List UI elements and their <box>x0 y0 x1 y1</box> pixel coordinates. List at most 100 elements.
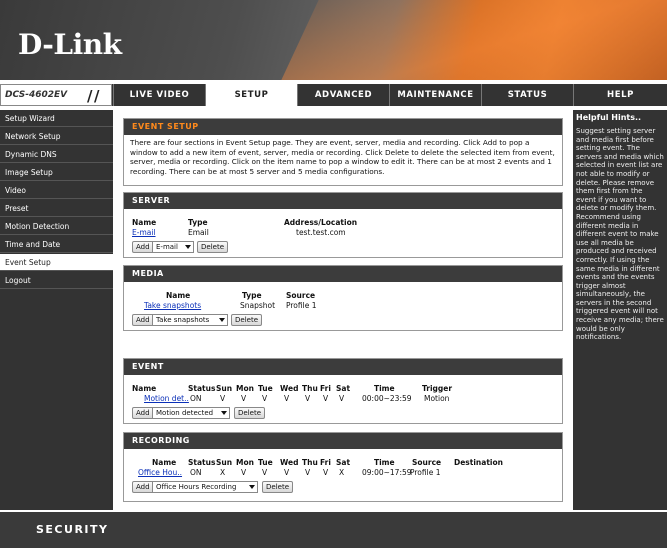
event-item-status: ON <box>190 394 202 403</box>
tab-live-video[interactable]: LIVE VIDEO <box>113 84 205 106</box>
sidebar: Setup Wizard Network Setup Dynamic DNS I… <box>0 110 113 510</box>
event-col-name: Name <box>132 384 157 393</box>
chevron-down-icon <box>249 485 255 489</box>
sidebar-item-logout[interactable]: Logout <box>0 272 113 289</box>
sidebar-item-dynamic-dns[interactable]: Dynamic DNS <box>0 146 113 163</box>
helpful-hints-panel: Helpful Hints.. Suggest setting server a… <box>573 110 667 510</box>
model-label: DCS-4602EV / / <box>0 84 112 106</box>
server-item-link[interactable]: E-mail <box>132 228 156 237</box>
event-item-time: 00:00~23:59 <box>362 394 412 403</box>
recording-col-fri: Fri <box>320 458 331 467</box>
recording-col-sat: Sat <box>336 458 351 467</box>
recording-item-link[interactable]: Office Hou.. <box>138 468 182 477</box>
tab-setup[interactable]: SETUP <box>205 84 297 106</box>
model-name: DCS-4602EV <box>5 90 68 100</box>
event-select-value: Motion detected <box>156 409 214 417</box>
tab-help[interactable]: HELP <box>573 84 667 106</box>
recording-col-name: Name <box>152 458 177 467</box>
sidebar-item-event-setup[interactable]: Event Setup <box>0 254 113 271</box>
recording-item-time: 09:00~17:59 <box>362 468 412 477</box>
recording-col-tue: Tue <box>258 458 273 467</box>
recording-col-mon: Mon <box>236 458 254 467</box>
recording-item-mon: V <box>241 468 247 477</box>
media-col-source: Source <box>286 291 316 300</box>
sidebar-item-time-and-date[interactable]: Time and Date <box>0 236 113 253</box>
event-item-link[interactable]: Motion det.. <box>144 394 189 403</box>
main-content: EVENT SETUP There are four sections in E… <box>118 110 569 510</box>
recording-item-wed: V <box>284 468 290 477</box>
server-title: SERVER <box>124 193 562 209</box>
event-col-thu: Thu <box>302 384 318 393</box>
server-col-type: Type <box>188 218 208 227</box>
server-select-value: E-mail <box>156 243 178 251</box>
chevron-down-icon <box>185 245 191 249</box>
recording-col-sun: Sun <box>216 458 233 467</box>
event-setup-panel: EVENT SETUP There are four sections in E… <box>123 118 563 186</box>
event-col-mon: Mon <box>236 384 254 393</box>
media-col-name: Name <box>166 291 191 300</box>
event-item-thu: V <box>305 394 311 403</box>
server-add-button[interactable]: Add <box>132 241 154 253</box>
recording-col-wed: Wed <box>280 458 299 467</box>
event-item-tue: V <box>262 394 268 403</box>
event-delete-button[interactable]: Delete <box>234 407 265 419</box>
event-col-time: Time <box>374 384 395 393</box>
sidebar-item-setup-wizard[interactable]: Setup Wizard <box>0 110 113 127</box>
sidebar-item-network-setup[interactable]: Network Setup <box>0 128 113 145</box>
dlink-logo: D-Link <box>18 28 122 61</box>
server-item-type: Email <box>188 228 209 237</box>
recording-add-button[interactable]: Add <box>132 481 154 493</box>
media-select-value: Take snapshots <box>156 316 210 324</box>
event-select[interactable]: Motion detected <box>152 407 230 419</box>
event-item-fri: V <box>323 394 329 403</box>
media-select[interactable]: Take snapshots <box>152 314 228 326</box>
media-col-type: Type <box>242 291 262 300</box>
header-decoration <box>262 0 667 80</box>
event-col-fri: Fri <box>320 384 331 393</box>
media-add-button[interactable]: Add <box>132 314 154 326</box>
sidebar-item-preset[interactable]: Preset <box>0 200 113 217</box>
sidebar-item-image-setup[interactable]: Image Setup <box>0 164 113 181</box>
event-title: EVENT <box>124 359 562 375</box>
media-panel: MEDIA Name Type Source Take snapshots Sn… <box>123 265 563 331</box>
recording-col-source: Source <box>412 458 442 467</box>
event-col-wed: Wed <box>280 384 299 393</box>
media-item-link[interactable]: Take snapshots <box>144 301 201 310</box>
server-delete-button[interactable]: Delete <box>197 241 228 253</box>
recording-item-source: Profile 1 <box>410 468 441 477</box>
header-banner: D-Link <box>0 0 667 80</box>
event-item-sun: V <box>220 394 226 403</box>
tab-advanced[interactable]: ADVANCED <box>297 84 389 106</box>
sidebar-item-motion-detection[interactable]: Motion Detection <box>0 218 113 235</box>
event-col-trigger: Trigger <box>422 384 453 393</box>
tab-maintenance[interactable]: MAINTENANCE <box>389 84 481 106</box>
sidebar-item-video[interactable]: Video <box>0 182 113 199</box>
event-setup-description: There are four sections in Event Setup p… <box>130 138 555 176</box>
recording-select-value: Office Hours Recording <box>156 483 237 491</box>
recording-select[interactable]: Office Hours Recording <box>152 481 258 493</box>
recording-panel: RECORDING Name Status Sun Mon Tue Wed Th… <box>123 432 563 502</box>
recording-item-tue: V <box>262 468 268 477</box>
event-add-button[interactable]: Add <box>132 407 154 419</box>
event-panel: EVENT Name Status Sun Mon Tue Wed Thu Fr… <box>123 358 563 424</box>
event-col-status: Status <box>188 384 216 393</box>
recording-item-thu: V <box>305 468 311 477</box>
footer: SECURITY <box>0 512 667 548</box>
media-title: MEDIA <box>124 266 562 282</box>
media-delete-button[interactable]: Delete <box>231 314 262 326</box>
slash-decoration: / <box>87 87 93 105</box>
recording-title: RECORDING <box>124 433 562 449</box>
event-item-trigger: Motion <box>424 394 450 403</box>
recording-delete-button[interactable]: Delete <box>262 481 293 493</box>
recording-item-status: ON <box>190 468 202 477</box>
hints-title: Helpful Hints.. <box>576 113 642 122</box>
recording-col-time: Time <box>374 458 395 467</box>
event-item-sat: V <box>339 394 345 403</box>
footer-security-text: SECURITY <box>36 523 109 536</box>
event-item-mon: V <box>241 394 247 403</box>
server-col-name: Name <box>132 218 157 227</box>
server-select[interactable]: E-mail <box>152 241 194 253</box>
top-navigation: DCS-4602EV / / LIVE VIDEO SETUP ADVANCED… <box>0 84 667 106</box>
tab-status[interactable]: STATUS <box>481 84 573 106</box>
event-setup-title: EVENT SETUP <box>124 119 562 135</box>
